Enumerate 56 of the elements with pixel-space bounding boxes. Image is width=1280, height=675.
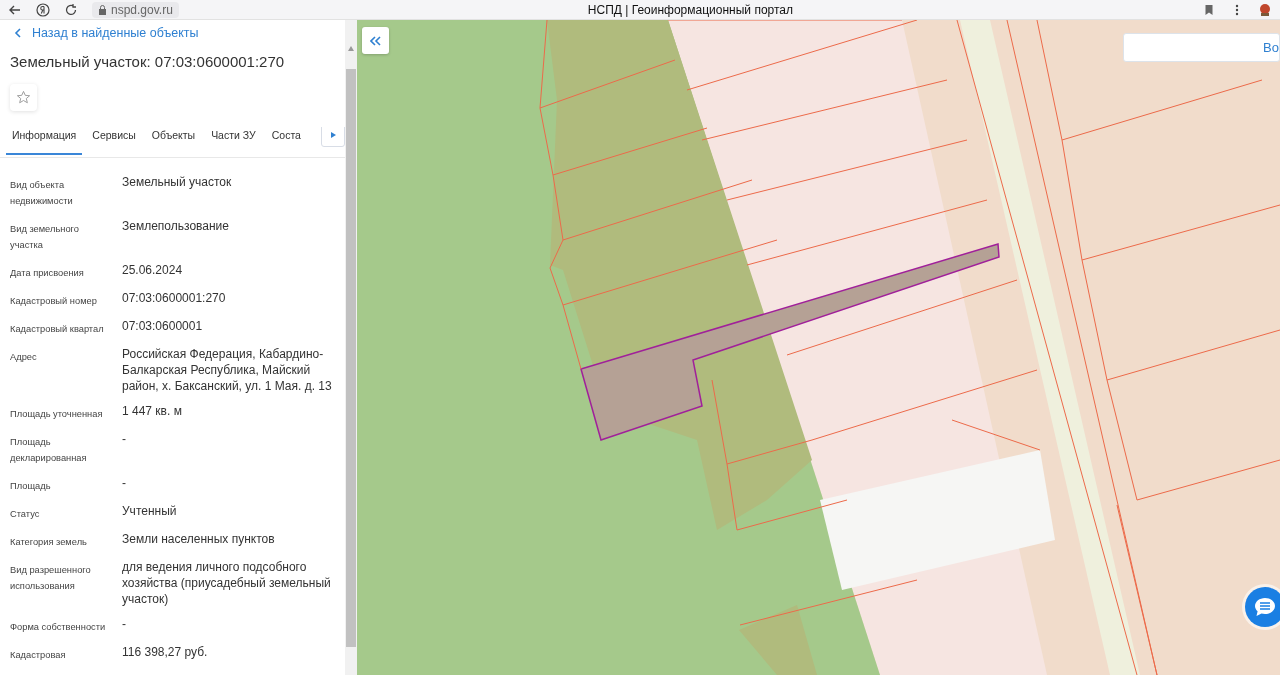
field-label: Площадь: [10, 480, 52, 493]
scrollbar-thumb[interactable]: [346, 69, 356, 647]
chat-bubble-icon: [1254, 597, 1276, 617]
page-title: НСПД | Геоинформационный портал: [586, 2, 794, 17]
tab[interactable]: Информация: [6, 127, 83, 155]
field-label: Дата присвоения: [10, 267, 85, 280]
field-label: Вид разрешенного использования: [10, 564, 92, 593]
field-value: 1 447 кв. м: [122, 403, 183, 420]
browser-logo-icon[interactable]: [36, 2, 50, 17]
field-value: 25.06.2024: [122, 262, 184, 279]
tabs-next-button[interactable]: [321, 127, 345, 147]
object-title: Земельный участок: 07:03:0600001:270: [10, 53, 286, 70]
extension-icon[interactable]: [1258, 2, 1272, 17]
lock-icon: [98, 4, 107, 15]
field-value: 116 398,27 руб.: [122, 644, 209, 661]
address-bar[interactable]: nspd.gov.ru: [92, 1, 179, 18]
field-value: Российская Федерация, Кабардино-Балкарская Республика, Майский район, х. Баксанский, ул. 1 Мая. д. 13: [122, 346, 333, 394]
scrollbar[interactable]: [345, 20, 357, 675]
field-label: Площадь декларированная: [10, 436, 88, 465]
field-label: Статус: [10, 508, 41, 521]
back-link[interactable]: Назад в найденные объекты: [14, 26, 345, 40]
field-label: Площадь уточненная: [10, 408, 104, 421]
field-label: Форма собственности: [10, 621, 107, 634]
field-value: для ведения личного подсобного хозяйства (приусадебный земельный участок): [122, 559, 332, 607]
chevron-left-icon: [14, 28, 22, 38]
field-label: Кадастровый квартал: [10, 323, 105, 336]
field-value: Землепользование: [122, 218, 230, 235]
map-view[interactable]: Во: [357, 20, 1280, 675]
tab[interactable]: Соста: [265, 127, 307, 155]
field-value: Земельный участок: [122, 174, 233, 191]
field-value: Учтенный: [122, 503, 178, 520]
triangle-right-icon: [330, 132, 336, 138]
triangle-up-icon[interactable]: [348, 46, 354, 51]
star-icon: [16, 90, 31, 105]
collapse-panel-button[interactable]: [362, 27, 389, 54]
field-value: 07:03:0600001: [122, 318, 204, 335]
field-label: Категория земель: [10, 536, 88, 549]
tab[interactable]: Объекты: [145, 127, 202, 155]
double-chevron-left-icon: [370, 35, 381, 46]
field-value: 07:03:0600001:270: [122, 290, 227, 307]
favorite-button[interactable]: [10, 84, 37, 111]
back-link-text[interactable]: Назад в найденные объекты: [32, 26, 199, 40]
field-label: Кадастровый номер: [10, 295, 98, 308]
tab[interactable]: Части ЗУ: [205, 127, 262, 155]
field-label: Кадастровая: [10, 649, 67, 662]
field-value: Земли населенных пунктов: [122, 531, 276, 548]
field-value: -: [122, 475, 127, 492]
map-corner-button[interactable]: Во: [1123, 33, 1280, 62]
field-value: -: [122, 431, 127, 448]
field-value: -: [122, 616, 127, 633]
field-label: Вид земельного участка: [10, 223, 80, 252]
tab[interactable]: Сервисы: [86, 127, 142, 155]
field-label: Адрес: [10, 351, 38, 364]
url-text: nspd.gov.ru: [111, 2, 173, 17]
field-label: Вид объекта недвижимости: [10, 179, 74, 208]
reload-icon[interactable]: [64, 2, 78, 17]
